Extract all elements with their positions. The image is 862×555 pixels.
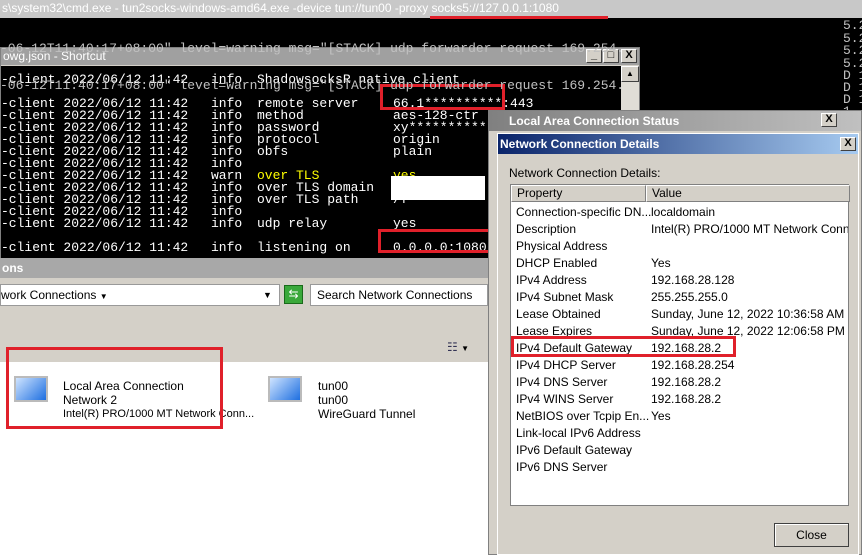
row-property: Connection-specific DN...: [516, 205, 652, 219]
row-property: IPv6 Default Gateway: [516, 443, 633, 457]
details-close-icon[interactable]: X: [840, 137, 856, 151]
log-key: udp relay: [257, 216, 328, 231]
refresh-icon[interactable]: ⇆: [284, 285, 303, 304]
row-property: IPv4 DNS Server: [516, 375, 608, 389]
details-row[interactable]: IPv4 Address 192.168.28.128: [511, 272, 848, 289]
highlight-lan: [6, 347, 223, 429]
status-title-bar: Local Area Connection Status: [489, 111, 861, 131]
row-value: localdomain: [651, 205, 716, 219]
details-row[interactable]: Connection-specific DN... localdomain: [511, 204, 848, 221]
cmd-title: s\system32\cmd.exe - tun2socks-windows-a…: [2, 1, 559, 15]
address-dropdown-icon[interactable]: ▼: [263, 285, 272, 305]
row-property: Link-local IPv6 Address: [516, 426, 641, 440]
row-property: Physical Address: [516, 239, 608, 253]
network-computer-icon: [268, 376, 302, 402]
row-property: IPv6 DNS Server: [516, 460, 608, 474]
cmd-line: -06-12T11:40:17+08:00" level=warning msg…: [0, 78, 625, 93]
status-title: Local Area Connection Status: [509, 114, 680, 128]
details-row[interactable]: IPv4 WINS Server 192.168.28.2: [511, 391, 848, 408]
details-row[interactable]: Physical Address: [511, 238, 848, 255]
row-property: NetBIOS over Tcpip En...: [516, 409, 650, 423]
cmd-right-column: 5.25.25.25.2D 1D 1D 11: [843, 19, 862, 118]
row-property: Lease Obtained: [516, 307, 601, 321]
row-property: IPv4 Subnet Mask: [516, 290, 614, 304]
row-value: 255.255.255.0: [651, 290, 728, 304]
log-level: info: [211, 216, 243, 231]
row-value: Intel(R) PRO/1000 MT Network Connecti: [651, 222, 848, 236]
highlight-listening: [378, 229, 495, 253]
redaction: [391, 176, 485, 200]
log-key: obfs: [257, 144, 289, 159]
row-property: DHCP Enabled: [516, 256, 598, 270]
view-options-icon[interactable]: ☷ ▼: [447, 340, 469, 354]
highlight-gateway: [511, 336, 736, 357]
row-property: IPv4 WINS Server: [516, 392, 614, 406]
details-row[interactable]: IPv6 Default Gateway: [511, 442, 848, 459]
nc-title: ons: [2, 261, 24, 275]
row-value: Yes: [651, 409, 671, 423]
address-bar[interactable]: work Connections ▼ ▼: [0, 284, 280, 306]
log-key: listening on: [257, 240, 351, 255]
details-title-bar: Network Connection Details: [498, 134, 858, 154]
log-key: over TLS path: [257, 192, 359, 207]
details-row[interactable]: IPv6 DNS Server: [511, 459, 848, 476]
chevron-down-icon[interactable]: ▼: [100, 292, 108, 301]
row-property: Description: [516, 222, 577, 236]
row-value: 192.168.28.2: [651, 392, 722, 406]
row-property: IPv4 Address: [516, 273, 587, 287]
connection-item-tun00[interactable]: tun00 tun00 WireGuard Tunnel: [266, 368, 466, 428]
nc-title-bar: ons: [0, 258, 490, 278]
cmd-line: -06-12T11:40:17+08:00" level=warning msg…: [0, 41, 625, 56]
search-input[interactable]: [310, 284, 488, 306]
row-property: IPv4 DHCP Server: [516, 358, 616, 372]
item-adapter: WireGuard Tunnel: [318, 407, 416, 421]
details-row[interactable]: IPv4 Subnet Mask 255.255.255.0: [511, 289, 848, 306]
address-text: work Connections: [1, 288, 97, 302]
column-header-property[interactable]: Property: [511, 185, 646, 202]
details-row[interactable]: NetBIOS over Tcpip En... Yes: [511, 408, 848, 425]
close-button[interactable]: Close: [774, 523, 849, 547]
row-value: Sunday, June 12, 2022 10:36:58 AM: [651, 307, 845, 321]
row-value: Yes: [651, 256, 671, 270]
log-value: plain: [393, 144, 433, 159]
row-value: 192.168.28.254: [651, 358, 735, 372]
log-level: info: [211, 240, 243, 255]
details-row[interactable]: IPv4 DNS Server 192.168.28.2: [511, 374, 848, 391]
row-value: 192.168.28.128: [651, 273, 735, 287]
details-row[interactable]: IPv4 DHCP Server 192.168.28.254: [511, 357, 848, 374]
status-close-button[interactable]: X: [821, 113, 837, 127]
log-src: -client 2022/06/12 11:42: [1, 216, 189, 231]
log-src: -client 2022/06/12 11:42: [1, 240, 189, 255]
details-row[interactable]: Description Intel(R) PRO/1000 MT Network …: [511, 221, 848, 238]
row-value: 192.168.28.2: [651, 375, 722, 389]
cmd-output: -06-12T11:40:17+08:00" level=warning msg…: [0, 19, 624, 105]
details-row[interactable]: Lease Obtained Sunday, June 12, 2022 10:3…: [511, 306, 848, 323]
details-row[interactable]: DHCP Enabled Yes: [511, 255, 848, 272]
details-label: Network Connection Details:: [509, 166, 661, 180]
details-title: Network Connection Details: [500, 137, 660, 151]
details-row[interactable]: Link-local IPv6 Address: [511, 425, 848, 442]
column-header-value[interactable]: Value: [646, 185, 850, 202]
